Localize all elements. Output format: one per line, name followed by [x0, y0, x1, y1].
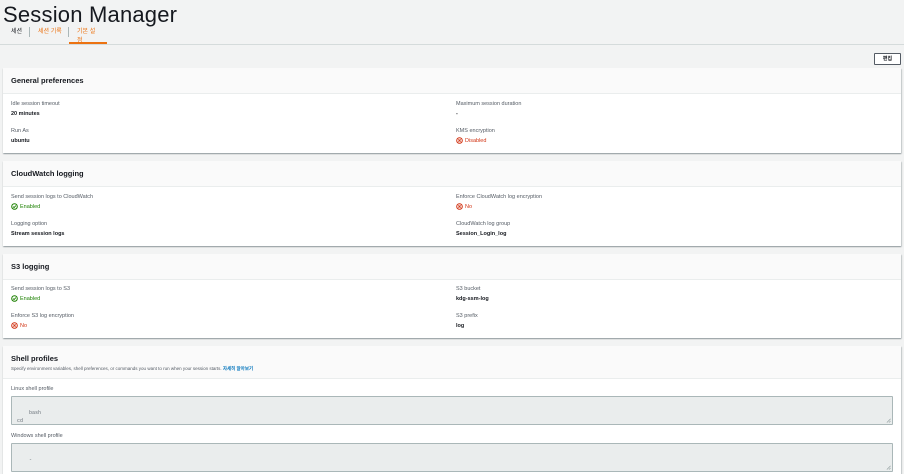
field-label: Windows shell profile [11, 433, 63, 439]
textarea-value: bash cd [17, 410, 42, 424]
card-header: S3 logging [3, 254, 901, 280]
field-value: 20 minutes [11, 111, 40, 117]
field-label: Send session logs to CloudWatch [11, 194, 94, 200]
description-text: Specify environment variables, shell pre… [11, 366, 222, 371]
windows-profile-label-wrap: Windows shell profile [11, 433, 63, 439]
field-label: Enforce S3 log encryption [11, 313, 74, 319]
kms-encryption-field: KMS encryption Disabled [456, 128, 495, 144]
card-title: Shell profiles [11, 354, 59, 363]
field-label: Linux shell profile [11, 386, 54, 392]
status-text: Enabled [20, 203, 41, 210]
card-header: General preferences [3, 68, 901, 94]
windows-shell-profile-textarea[interactable]: - [11, 443, 893, 472]
x-circle-icon [11, 322, 18, 329]
field-label: Idle session timeout [11, 101, 60, 107]
max-duration-field: Maximum session duration - [456, 101, 521, 117]
field-label: Run As [11, 128, 29, 134]
field-label: Enforce CloudWatch log encryption [456, 194, 543, 200]
s3-send-field: Send session logs to S3 Enabled [11, 286, 70, 302]
field-value: Session_Login_log [456, 231, 507, 237]
cloudwatch-enforce-field: Enforce CloudWatch log encryption No [456, 194, 542, 210]
status-indicator: Enabled [11, 203, 93, 210]
status-text: No [20, 322, 28, 329]
field-label: Maximum session duration [456, 101, 522, 107]
cloudwatch-send-field: Send session logs to CloudWatch Enabled [11, 194, 93, 210]
card-header: CloudWatch logging [3, 161, 901, 187]
field-value: - [456, 111, 458, 117]
tab-preferences[interactable]: 기본 설정 [69, 28, 107, 44]
s3-logging-card: S3 logging Send session logs to S3 Enabl… [3, 254, 901, 338]
card-description: Specify environment variables, shell pre… [11, 366, 253, 372]
s3-enforce-field: Enforce S3 log encryption No [11, 313, 74, 329]
shell-profiles-card: Shell profiles Specify environment varia… [3, 346, 901, 474]
tab-bar: 세션 세션 기록 기본 설정 [0, 24, 904, 45]
resize-grip-icon[interactable] [886, 465, 891, 470]
field-label: S3 prefix [456, 313, 478, 319]
status-text: No [465, 203, 473, 210]
s3-prefix-field: S3 prefix log [456, 313, 478, 329]
card-title: General preferences [11, 76, 84, 85]
textarea-value: - [29, 457, 33, 463]
status-text: Enabled [20, 295, 41, 302]
field-value: Stream session logs [11, 231, 65, 237]
resize-grip-icon[interactable] [886, 418, 891, 423]
linux-shell-profile-textarea[interactable]: bash cd [11, 396, 893, 425]
run-as-field: Run As ubuntu [11, 128, 30, 144]
status-indicator: Enabled [11, 295, 70, 302]
field-label: Logging option [11, 221, 48, 227]
tab-sessions[interactable]: 세션 [11, 28, 22, 44]
edit-button[interactable]: 편집 [874, 53, 901, 65]
learn-more-link[interactable]: 자세히 알아보기 [223, 366, 253, 371]
log-group-field: CloudWatch log group Session_Login_log [456, 221, 510, 237]
tab-divider [29, 27, 30, 37]
field-value: log [456, 323, 465, 329]
tab-session-history[interactable]: 세션 기록 [38, 28, 62, 44]
check-circle-icon [11, 203, 18, 210]
logging-option-field: Logging option Stream session logs [11, 221, 65, 237]
card-title: S3 logging [11, 262, 50, 271]
status-text: Disabled [465, 137, 487, 144]
status-indicator: No [456, 203, 542, 210]
check-circle-icon [11, 295, 18, 302]
x-circle-icon [456, 203, 463, 210]
status-indicator: No [11, 322, 74, 329]
x-circle-icon [456, 137, 463, 144]
field-label: CloudWatch log group [456, 221, 511, 227]
cloudwatch-logging-card: CloudWatch logging Send session logs to … [3, 161, 901, 246]
status-indicator: Disabled [456, 137, 495, 144]
general-preferences-card: General preferences Idle session timeout… [3, 68, 901, 153]
linux-profile-label-wrap: Linux shell profile [11, 386, 54, 392]
field-label: KMS encryption [456, 128, 495, 134]
field-value: kdg-ssm-log [456, 296, 489, 302]
idle-timeout-field: Idle session timeout 20 minutes [11, 101, 60, 117]
card-header: Shell profiles Specify environment varia… [3, 346, 901, 379]
field-value: ubuntu [11, 138, 30, 144]
field-label: S3 bucket [456, 286, 481, 292]
s3-bucket-field: S3 bucket kdg-ssm-log [456, 286, 489, 302]
card-title: CloudWatch logging [11, 169, 84, 178]
field-label: Send session logs to S3 [11, 286, 71, 292]
